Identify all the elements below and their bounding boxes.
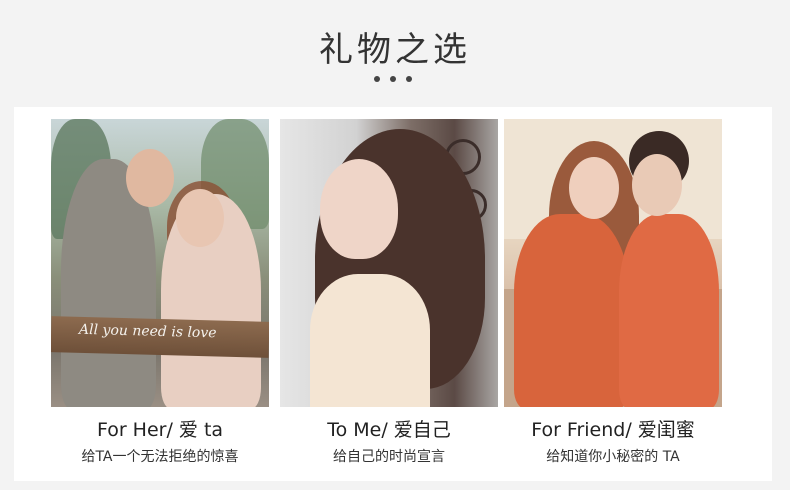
photo-for-friend[interactable] (504, 119, 722, 407)
dot-icon (374, 76, 380, 82)
girl-body (619, 214, 719, 407)
title-divider-dots (370, 76, 420, 86)
card-title[interactable]: For Friend/ 爱闺蜜 (504, 418, 722, 442)
card-title[interactable]: For Her/ 爱 ta (51, 418, 269, 442)
card-subtitle: 给知道你小秘密的 TA (546, 449, 680, 465)
woman-body (310, 274, 430, 407)
card-subtitle: 给TA一个无法拒绝的惊喜 (81, 449, 239, 465)
photo-for-her[interactable]: All you need is love (51, 119, 269, 407)
caption-for-her: For Her/ 爱 ta 给TA一个无法拒绝的惊喜 (51, 418, 269, 466)
card-title[interactable]: To Me/ 爱自己 (280, 418, 498, 442)
caption-to-me: To Me/ 爱自己 给自己的时尚宣言 (280, 418, 498, 466)
card-subtitle: 给自己的时尚宣言 (333, 449, 445, 465)
girl-body (514, 214, 629, 407)
groom-head (126, 149, 174, 207)
page-title: 礼物之选 (319, 30, 471, 70)
girl-face (569, 157, 619, 219)
dot-icon (390, 76, 396, 82)
woman-face (320, 159, 398, 259)
girl-face (632, 154, 682, 216)
dot-icon (406, 76, 412, 82)
caption-for-friend: For Friend/ 爱闺蜜 给知道你小秘密的 TA (504, 418, 722, 466)
photo-to-me[interactable] (280, 119, 498, 407)
gift-cards-panel: All you need is love For Her/ 爱 ta 给TA一个… (14, 107, 772, 481)
bride-head (176, 189, 224, 247)
